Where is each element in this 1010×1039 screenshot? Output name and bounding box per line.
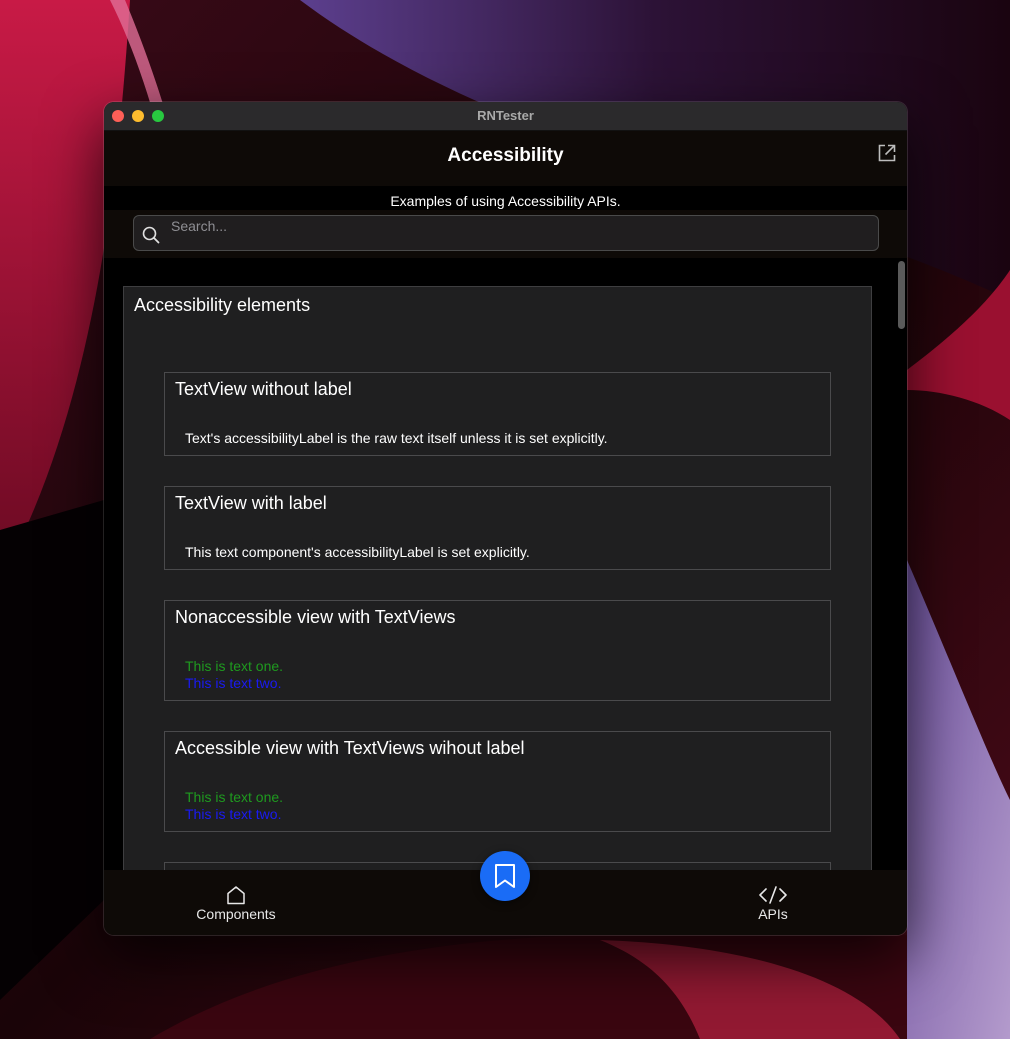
page-title: Accessibility	[447, 145, 564, 166]
example-text-two: This is text two.	[185, 806, 282, 822]
description-bar: Examples of using Accessibility APIs.	[104, 186, 907, 210]
example-title: Nonaccessible view with TextViews	[175, 607, 456, 627]
example-text: This text component's accessibilityLabel…	[185, 544, 530, 560]
example-title: Accessible view with TextViews wihout la…	[175, 738, 525, 758]
example-title: TextView with label	[175, 493, 327, 513]
example-text-two: This is text two.	[185, 675, 282, 691]
example-card[interactable]: TextView with label This text component'…	[164, 486, 831, 570]
title-bar: RNTester	[104, 102, 907, 131]
tab-apis[interactable]: APIs	[703, 870, 843, 935]
example-title: TextView without label	[175, 379, 352, 399]
bookmarks-button[interactable]	[480, 851, 530, 901]
module-title: Accessibility elements	[134, 295, 311, 315]
app-window: RNTester Accessibility Examples of using…	[104, 102, 907, 935]
page-description: Examples of using Accessibility APIs.	[390, 193, 621, 209]
tab-components-label: Components	[196, 906, 276, 922]
home-icon	[225, 884, 247, 906]
example-card[interactable]: Accessible view with TextViews wihout la…	[164, 731, 831, 832]
search-area: Search...	[104, 210, 907, 258]
example-list[interactable]: Accessibility elements TextView without …	[104, 258, 907, 870]
window-title: RNTester	[477, 108, 534, 123]
example-text-one: This is text one.	[185, 789, 284, 805]
example-card[interactable]: Nonaccessible view with TextViews This i…	[164, 600, 831, 701]
example-text: Text's accessibilityLabel is the raw tex…	[185, 430, 608, 446]
scrollbar-thumb[interactable]	[898, 261, 905, 329]
module-card: Accessibility elements TextView without …	[123, 286, 872, 870]
open-external-icon[interactable]	[877, 143, 897, 163]
example-text-one: This is text one.	[185, 658, 284, 674]
search-input[interactable]: Search...	[133, 215, 879, 251]
scrollbar-track[interactable]	[893, 258, 907, 870]
example-card[interactable]: TextView without label Text's accessibil…	[164, 372, 831, 456]
search-placeholder: Search...	[171, 218, 228, 234]
tab-components[interactable]: Components	[166, 870, 306, 935]
search-icon	[142, 226, 160, 244]
navigation-header: Accessibility	[104, 131, 907, 186]
tab-apis-label: APIs	[758, 906, 788, 922]
code-icon	[758, 884, 788, 906]
